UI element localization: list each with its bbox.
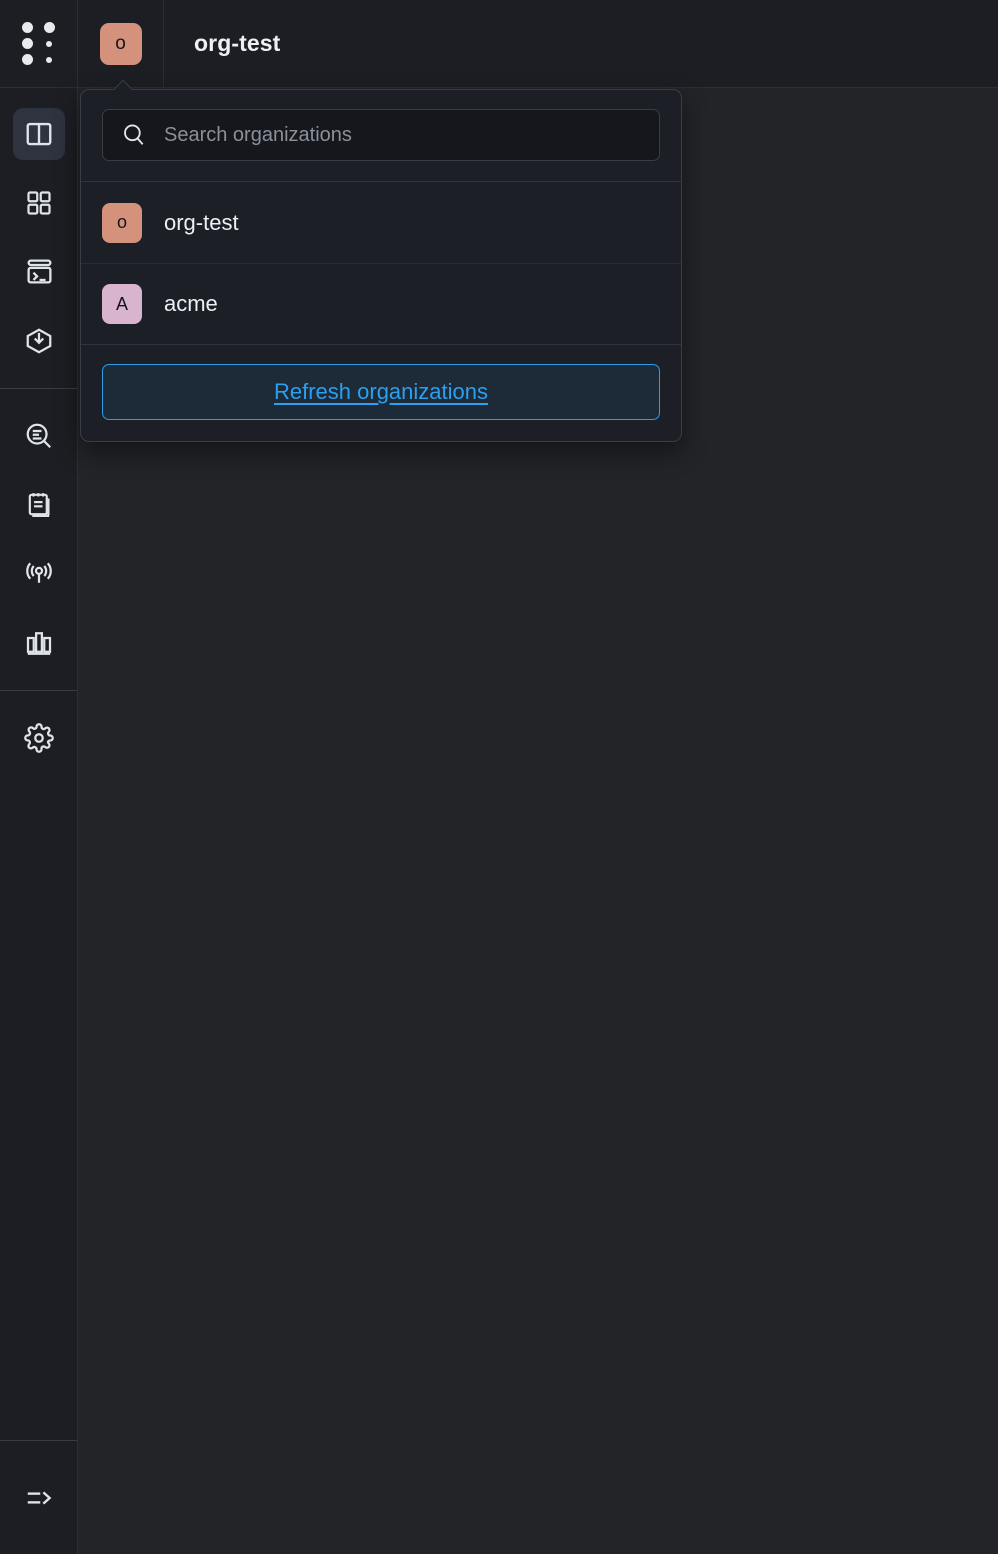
sidebar-group-secondary xyxy=(0,401,77,677)
package-download-icon xyxy=(26,327,52,354)
app-root: o org-test Search organizations o org-te… xyxy=(0,0,998,1554)
org-avatar-letter: o xyxy=(115,32,126,54)
expand-sidebar-icon xyxy=(27,1490,52,1505)
org-switcher-button[interactable]: o xyxy=(78,0,164,88)
sidebar-rail xyxy=(0,88,78,1554)
search-box[interactable] xyxy=(102,109,660,161)
list-item-org-test[interactable]: o org-test xyxy=(81,182,681,263)
top-bar: o org-test xyxy=(0,0,998,88)
org-name: acme xyxy=(164,291,218,316)
sidebar-group-primary xyxy=(0,88,77,375)
sidebar-group-settings xyxy=(0,703,77,772)
dropdown-caret xyxy=(113,80,133,90)
sidebar-item-explore[interactable] xyxy=(0,401,78,470)
bar-chart-icon xyxy=(26,631,52,655)
gear-icon xyxy=(24,722,54,753)
org-avatar: A xyxy=(102,284,142,324)
sidebar-collapse-toggle[interactable] xyxy=(0,1463,78,1532)
sidebar-divider-2 xyxy=(0,690,77,691)
sidebar-item-dashboard[interactable] xyxy=(0,168,78,237)
notepad-icon xyxy=(28,493,50,517)
org-avatar-letter: o xyxy=(116,212,127,232)
search-input[interactable] xyxy=(147,123,641,147)
org-avatar: o xyxy=(99,22,142,65)
sidebar-group-bottom xyxy=(0,1440,77,1554)
terminal-icon xyxy=(26,259,52,284)
sidebar-divider-1 xyxy=(0,388,77,389)
sidebar-item-settings[interactable] xyxy=(0,703,78,772)
drag-handle-button[interactable] xyxy=(0,0,78,88)
dropdown-footer: Refresh organizations xyxy=(81,344,681,441)
search-icon xyxy=(124,124,144,145)
org-switcher-dropdown: o org-test A acme Refresh organizations xyxy=(80,89,682,442)
sidebar-item-live[interactable] xyxy=(0,539,78,608)
org-name: org-test xyxy=(164,209,239,235)
sidebar-item-panels[interactable] xyxy=(0,99,78,168)
drag-handle-icon xyxy=(21,21,56,66)
refresh-organizations-button[interactable]: Refresh organizations xyxy=(102,364,660,420)
org-avatar: o xyxy=(102,202,142,243)
broadcast-icon xyxy=(26,561,52,583)
sidebar-item-deploys[interactable] xyxy=(0,306,78,375)
org-avatar-letter: A xyxy=(115,293,128,314)
sidebar-item-terminal[interactable] xyxy=(0,237,78,306)
grid-dashboard-icon xyxy=(27,190,51,215)
sidebar-item-metrics[interactable] xyxy=(0,608,78,677)
dropdown-search-row xyxy=(81,90,681,182)
split-panel-icon xyxy=(26,122,52,145)
page-title: org-test xyxy=(194,30,281,56)
search-inspect-icon xyxy=(26,423,52,448)
sidebar-item-notes[interactable] xyxy=(0,470,78,539)
list-item-acme[interactable]: A acme xyxy=(81,263,681,344)
organization-list: o org-test A acme xyxy=(81,182,681,344)
